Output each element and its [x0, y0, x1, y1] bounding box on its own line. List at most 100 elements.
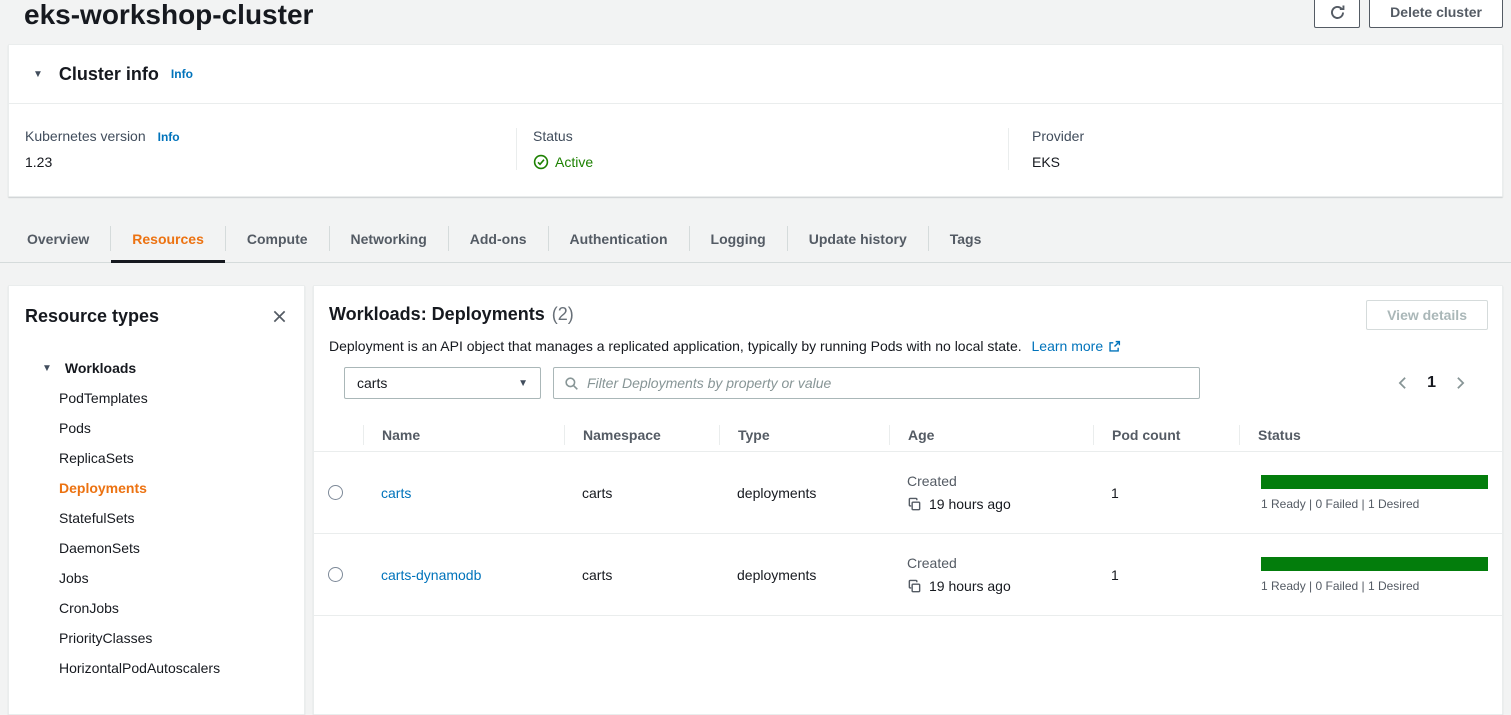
provider-label: Provider	[1032, 128, 1502, 144]
status-caption: 1 Ready | 0 Failed | 1 Desired	[1261, 497, 1488, 511]
tab-update-history[interactable]: Update history	[788, 215, 928, 262]
header-actions: Delete cluster	[1314, 0, 1503, 28]
deployment-link[interactable]: carts-dynamodb	[381, 567, 481, 583]
status-progress-bar	[1261, 557, 1488, 571]
field-provider: Provider EKS	[1008, 128, 1502, 170]
tab-authentication[interactable]: Authentication	[549, 215, 689, 262]
kubernetes-version-info-link[interactable]: Info	[158, 130, 180, 144]
column-header-name[interactable]: Name	[363, 425, 564, 445]
cell-age: Created 19 hours ago	[889, 555, 1093, 594]
sidebar-item-daemonsets[interactable]: DaemonSets	[9, 533, 304, 563]
cell-pod-count: 1	[1093, 485, 1239, 501]
resource-tree: ▼ Workloads PodTemplates Pods ReplicaSet…	[9, 353, 304, 683]
provider-value: EKS	[1032, 154, 1502, 170]
tab-overview[interactable]: Overview	[6, 215, 110, 262]
dropdown-value: carts	[357, 375, 387, 391]
refresh-icon	[1329, 4, 1346, 21]
table-row: carts-dynamodb carts deployments Created…	[314, 534, 1502, 616]
field-kubernetes-version: Kubernetes version Info 1.23	[9, 128, 516, 170]
close-icon[interactable]	[270, 307, 289, 326]
age-value: 19 hours ago	[929, 496, 1011, 512]
pagination: 1	[1397, 374, 1474, 392]
tab-add-ons[interactable]: Add-ons	[449, 215, 548, 262]
check-circle-icon	[533, 154, 549, 170]
chevron-right-icon[interactable]	[1455, 376, 1466, 390]
cell-status: 1 Ready | 0 Failed | 1 Desired	[1239, 475, 1502, 511]
tab-networking[interactable]: Networking	[330, 215, 448, 262]
sidebar-item-priorityclasses[interactable]: PriorityClasses	[9, 623, 304, 653]
chevron-down-icon: ▼	[42, 363, 52, 374]
delete-cluster-button[interactable]: Delete cluster	[1369, 0, 1503, 28]
page-title: eks-workshop-cluster	[24, 0, 313, 32]
column-header-type[interactable]: Type	[719, 425, 889, 445]
cell-namespace: carts	[564, 567, 719, 583]
column-header-status[interactable]: Status	[1239, 425, 1502, 445]
resource-types-title: Resource types	[25, 306, 159, 327]
dropdown-caret-icon: ▼	[518, 378, 528, 389]
tree-group-workloads[interactable]: ▼ Workloads	[9, 353, 304, 383]
deployments-count: (2)	[552, 304, 574, 325]
collapse-caret-icon[interactable]: ▼	[33, 69, 43, 80]
tab-tags[interactable]: Tags	[929, 215, 1003, 262]
sidebar-item-horizontalpodautoscalers[interactable]: HorizontalPodAutoscalers	[9, 653, 304, 683]
view-details-button[interactable]: View details	[1366, 300, 1488, 330]
cell-pod-count: 1	[1093, 567, 1239, 583]
deployment-link[interactable]: carts	[381, 485, 411, 501]
cluster-info-info-link[interactable]: Info	[171, 67, 193, 81]
sidebar-item-replicasets[interactable]: ReplicaSets	[9, 443, 304, 473]
sidebar-item-jobs[interactable]: Jobs	[9, 563, 304, 593]
column-header-pod-count[interactable]: Pod count	[1093, 425, 1239, 445]
status-badge: Active	[533, 154, 593, 170]
tab-logging[interactable]: Logging	[690, 215, 787, 262]
cluster-tabs: Overview Resources Compute Networking Ad…	[0, 215, 1511, 263]
resource-types-panel: Resource types ▼ Workloads PodTemplates …	[8, 285, 305, 715]
cluster-info-body: Kubernetes version Info 1.23 Status Acti…	[9, 104, 1502, 170]
row-radio-button[interactable]	[328, 485, 343, 500]
cluster-info-header[interactable]: ▼ Cluster info Info	[9, 45, 1502, 104]
sidebar-item-statefulsets[interactable]: StatefulSets	[9, 503, 304, 533]
cell-namespace: carts	[564, 485, 719, 501]
row-radio-button[interactable]	[328, 567, 343, 582]
status-label: Status	[533, 128, 1008, 144]
panel-title: Workloads: Deployments	[329, 304, 545, 325]
status-progress-bar	[1261, 475, 1488, 489]
kubernetes-version-value: 1.23	[25, 154, 516, 170]
deployments-table: Name Namespace Type Age Pod count Status…	[314, 419, 1502, 616]
copy-icon[interactable]	[907, 579, 922, 594]
cell-type: deployments	[719, 567, 889, 583]
learn-more-link[interactable]: Learn more	[1032, 337, 1122, 355]
table-header-row: Name Namespace Type Age Pod count Status	[314, 419, 1502, 452]
sidebar-item-cronjobs[interactable]: CronJobs	[9, 593, 304, 623]
age-created-label: Created	[907, 473, 1093, 489]
age-value: 19 hours ago	[929, 578, 1011, 594]
filter-search	[553, 367, 1200, 399]
tab-resources[interactable]: Resources	[111, 215, 225, 262]
column-header-age[interactable]: Age	[889, 425, 1093, 445]
learn-more-label: Learn more	[1032, 337, 1104, 355]
filter-type-dropdown[interactable]: carts ▼	[344, 367, 541, 399]
search-icon	[564, 376, 579, 391]
tab-compute[interactable]: Compute	[226, 215, 329, 262]
page-number[interactable]: 1	[1427, 374, 1436, 392]
column-header-namespace[interactable]: Namespace	[564, 425, 719, 445]
refresh-button[interactable]	[1314, 0, 1360, 28]
kubernetes-version-label: Kubernetes version	[25, 128, 146, 144]
age-created-label: Created	[907, 555, 1093, 571]
panel-description: Deployment is an API object that manages…	[329, 338, 1022, 354]
status-caption: 1 Ready | 0 Failed | 1 Desired	[1261, 579, 1488, 593]
table-row: carts carts deployments Created 19 hours…	[314, 452, 1502, 534]
cluster-info-card: ▼ Cluster info Info Kubernetes version I…	[8, 44, 1503, 197]
cell-age: Created 19 hours ago	[889, 473, 1093, 512]
search-input[interactable]	[587, 375, 1189, 391]
external-link-icon	[1108, 340, 1121, 353]
selection-column-header	[314, 425, 363, 445]
field-status: Status Active	[516, 128, 1008, 170]
status-value: Active	[555, 154, 593, 170]
copy-icon[interactable]	[907, 497, 922, 512]
tree-group-label: Workloads	[65, 360, 136, 376]
sidebar-item-deployments[interactable]: Deployments	[9, 473, 304, 503]
sidebar-item-pods[interactable]: Pods	[9, 413, 304, 443]
sidebar-item-podtemplates[interactable]: PodTemplates	[9, 383, 304, 413]
deployments-panel: Workloads: Deployments (2) View details …	[313, 285, 1503, 715]
chevron-left-icon[interactable]	[1397, 376, 1408, 390]
